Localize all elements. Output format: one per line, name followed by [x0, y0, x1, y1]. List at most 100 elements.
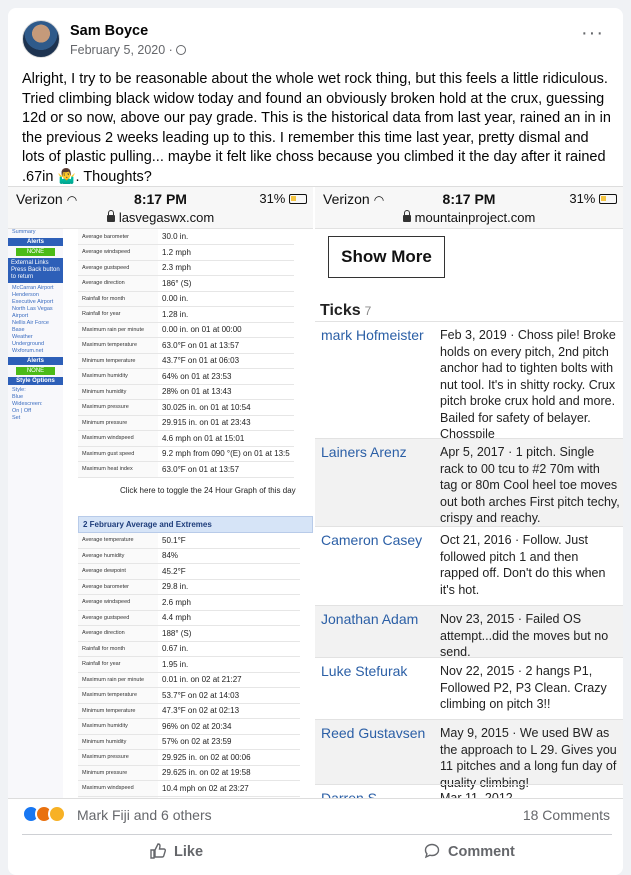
battery: 31%: [569, 191, 617, 206]
battery-icon: [289, 194, 307, 204]
table-row: Maximum windspeed 4.6 mph on 01 at 15:01: [78, 430, 294, 447]
row-value: 30.0 in.: [158, 229, 294, 245]
like-label: Like: [174, 844, 204, 860]
row-value: 0.01 in. on 02 at 21:27: [158, 672, 300, 688]
sidebar-style-value: Blue: [12, 394, 24, 400]
row-label: Average gustspeed: [78, 260, 158, 276]
row-label: Rainfall for month: [78, 291, 158, 307]
status-bar: Verizon ◠ 8:17 PM 31% mountainproject.com: [315, 187, 623, 229]
row-label: Maximum temperature: [78, 337, 158, 354]
row-label: Rainfall for year: [78, 656, 158, 673]
toggle-graph-link: Click here to toggle the 24 Hour Graph o…: [120, 485, 296, 495]
row-label: Average humidity: [78, 548, 158, 564]
tick-user: Darren S: [321, 790, 378, 799]
url-bar: mountainproject.com: [315, 210, 623, 225]
row-value: 188° (S): [158, 625, 300, 642]
battery-label: 31%: [259, 191, 286, 206]
table-row: Maximum rain per minute 0.01 in. on 02 at…: [78, 672, 300, 688]
post-card: Sam Boyce February 5, 2020 · ··· Alright…: [8, 8, 623, 875]
table-row: Maximum rain per minute 0.00 in. on 01 at…: [78, 322, 294, 338]
sidebar-link: North Las Vegas Airport: [12, 306, 53, 319]
table-row: Rainfall for month 0.67 in.: [78, 641, 300, 657]
tick-user: mark Hofmeister: [321, 327, 424, 343]
sidebar-summary: Summary: [12, 229, 36, 235]
table-row: Maximum pressure 30.025 in. on 01 at 10:5…: [78, 399, 294, 416]
sidebar-link: McCarran Airport: [12, 285, 54, 291]
comments-count[interactable]: 18 Comments: [523, 807, 610, 823]
url-bar: lasvegaswx.com: [8, 210, 313, 225]
table-row: Maximum pressure 29.925 in. on 02 at 00:0…: [78, 749, 300, 766]
table-row: Average gustspeed 4.4 mph: [78, 610, 300, 626]
status-bar: Verizon ◠ 8:17 PM 31% lasvegaswx.com: [8, 187, 313, 229]
row-label: Minimum temperature: [78, 353, 158, 369]
table-row: Average direction 186° (S): [78, 275, 294, 292]
battery-icon: [599, 194, 617, 204]
row-value: 4.6 mph on 01 at 15:01: [158, 430, 294, 447]
action-bar: Like Comment: [22, 834, 612, 872]
wow-reaction-icon: [48, 805, 66, 823]
table-row: Maximum gust speed20.7 mph from 208 °(SS…: [78, 796, 300, 798]
row-label: Average direction: [78, 275, 158, 292]
post-author[interactable]: Sam Boyce: [70, 23, 148, 39]
row-value: 2.6 mph: [158, 594, 300, 611]
wx-sidebar: Summary Alerts NONE External Links Press…: [8, 229, 63, 798]
avatar[interactable]: [22, 20, 60, 58]
row-label: Rainfall for month: [78, 641, 158, 657]
table-row: Maximum humidity 96% on 02 at 20:34: [78, 718, 300, 735]
screenshot-lasvegaswx[interactable]: Verizon ◠ 8:17 PM 31% lasvegaswx.com Summ…: [8, 187, 313, 798]
row-label: Rainfall for year: [78, 306, 158, 323]
row-label: Minimum pressure: [78, 765, 158, 781]
tick-user: Lainers Arenz: [321, 444, 407, 460]
reaction-icons[interactable]: [22, 805, 72, 823]
tick-row: Darren S Mar 11, 2012: [315, 784, 623, 799]
comment-button[interactable]: Comment: [424, 843, 515, 867]
more-options-icon[interactable]: ···: [581, 23, 604, 43]
row-label: Maximum humidity: [78, 718, 158, 735]
row-value: 1.28 in.: [158, 306, 294, 323]
row-value: 29.8 in.: [158, 579, 300, 595]
tick-row: mark Hofmeister Feb 3, 2019 · Choss pile!…: [315, 321, 623, 441]
sidebar-none-badge: NONE: [16, 248, 55, 256]
row-value: 57% on 02 at 23:59: [158, 734, 300, 750]
table-row: Average dewpoint 45.2°F: [78, 563, 300, 580]
post-date[interactable]: February 5, 2020 ·: [70, 43, 173, 57]
table-row: Average barometer 29.8 in.: [78, 579, 300, 595]
row-label: Average direction: [78, 625, 158, 642]
tick-description: May 9, 2015 · We used BW as the approach…: [440, 726, 617, 790]
tick-row: Lainers Arenz Apr 5, 2017 · 1 pitch. Sing…: [315, 438, 623, 526]
row-label: Maximum windspeed: [78, 780, 158, 797]
mp-body: Show More Ticks 7 mark Hofmeister Feb 3, 2…: [315, 229, 623, 799]
reactors-text[interactable]: Mark Fiji and 6 others: [77, 807, 212, 823]
row-label: Maximum rain per minute: [78, 672, 158, 688]
photo-collage[interactable]: Verizon ◠ 8:17 PM 31% lasvegaswx.com Summ…: [8, 186, 623, 799]
tick-user: Jonathan Adam: [321, 611, 419, 627]
tick-row: Cameron Casey Oct 21, 2016 · Follow. Just…: [315, 526, 623, 605]
table-row: Average humidity 84%: [78, 548, 300, 564]
like-button[interactable]: Like: [150, 843, 203, 867]
comment-icon: [424, 843, 440, 859]
row-label: Maximum rain per minute: [78, 322, 158, 338]
comment-label: Comment: [448, 844, 515, 860]
tick-description: Apr 5, 2017 · 1 pitch. Single rack to 00…: [440, 445, 620, 525]
table-row: Maximum windspeed 10.4 mph on 02 at 23:27: [78, 780, 300, 797]
sidebar-style-options: Style Options: [8, 377, 63, 385]
screenshot-mountainproject[interactable]: Verizon ◠ 8:17 PM 31% mountainproject.com…: [315, 187, 623, 799]
row-value: 64% on 01 at 23:53: [158, 368, 294, 385]
table-row: Average barometer 30.0 in.: [78, 229, 294, 245]
row-value: 45.2°F: [158, 563, 300, 580]
tick-description: Feb 3, 2019 · Choss pile! Broke holds on…: [440, 328, 616, 441]
row-label: Maximum gust speed: [78, 796, 158, 798]
url-text: lasvegaswx.com: [118, 210, 215, 225]
sidebar-set: Set: [12, 415, 21, 421]
tick-description: Nov 22, 2015 · 2 hangs P1, Followed P2, …: [440, 664, 607, 711]
section-title: 2 February Average and Extremes: [78, 515, 313, 533]
sidebar-link: Weather Underground: [12, 334, 45, 347]
table-row: Rainfall for month 0.00 in.: [78, 291, 294, 307]
thumbs-up-icon: [150, 843, 166, 859]
table-row: Maximum heat index 63.0°F on 01 at 13:57: [78, 461, 294, 478]
sidebar-style-label: Style:: [12, 387, 26, 393]
tick-user: Cameron Casey: [321, 532, 423, 548]
sidebar-link: Nellis Air Force Base: [12, 320, 49, 333]
row-label: Maximum temperature: [78, 687, 158, 704]
row-value: 29.625 in. on 02 at 19:58: [158, 765, 300, 781]
